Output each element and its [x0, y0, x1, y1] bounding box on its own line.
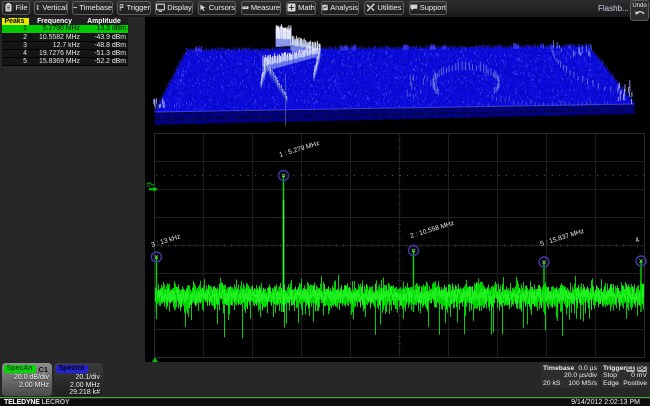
svg-text:4: 4: [635, 237, 641, 245]
svg-text:1 : 5.279 MHz: 1 : 5.279 MHz: [279, 140, 321, 159]
svg-text:3 : 13 kHz: 3 : 13 kHz: [151, 233, 182, 249]
